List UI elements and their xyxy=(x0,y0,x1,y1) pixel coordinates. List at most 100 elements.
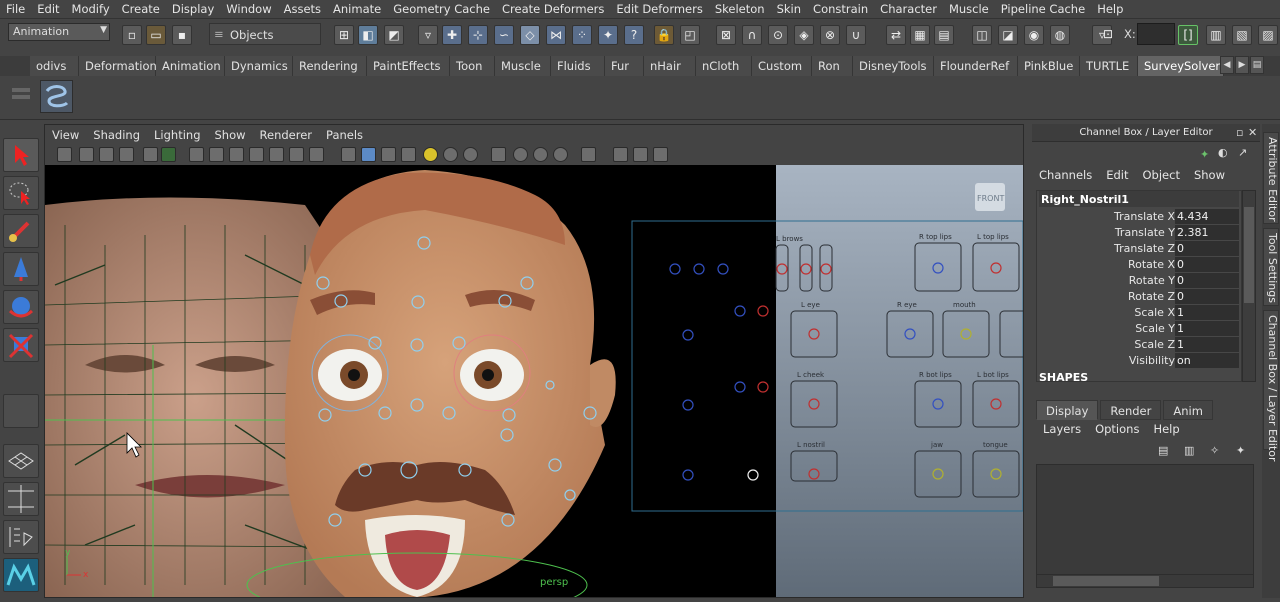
render-settings-icon[interactable]: ◉ xyxy=(1024,25,1044,45)
attribute-row[interactable]: Visibility on xyxy=(1037,353,1241,369)
safe-title-icon[interactable] xyxy=(289,147,304,162)
attribute-row[interactable]: Translate X 4.434 xyxy=(1037,209,1241,225)
open-scene-icon[interactable]: ▭ xyxy=(146,25,166,45)
menu-edit-deformers[interactable]: Edit Deformers xyxy=(610,2,708,16)
menu-file[interactable]: File xyxy=(0,2,31,16)
snap-grid-icon[interactable]: ⊠ xyxy=(716,25,736,45)
antialias-icon[interactable] xyxy=(533,147,548,162)
new-layer-selected-icon[interactable]: ▥ xyxy=(1184,444,1198,458)
paint-select-tool-button[interactable] xyxy=(3,214,39,248)
shelf-tab-animation[interactable]: Animation xyxy=(156,56,225,76)
text-overlay-icon[interactable] xyxy=(309,147,324,162)
bookmark-icon[interactable] xyxy=(79,147,94,162)
channel-list-scrollbar[interactable] xyxy=(1242,190,1256,382)
select-component-icon[interactable]: ◩ xyxy=(384,25,404,45)
shelf-tab-toon[interactable]: Toon xyxy=(450,56,495,76)
gate-mask-icon[interactable] xyxy=(229,147,244,162)
snap-live-icon[interactable]: ⊗ xyxy=(820,25,840,45)
shelf-tab-ncloth[interactable]: nCloth xyxy=(696,56,752,76)
image-plane-icon[interactable] xyxy=(99,147,114,162)
attribute-row[interactable]: Scale X1 xyxy=(1037,305,1241,321)
shelf-tab-odivs[interactable]: odivs xyxy=(30,56,79,76)
select-object-icon[interactable]: ◧ xyxy=(358,25,378,45)
shelf-drag-handle[interactable] xyxy=(12,88,30,106)
shelf-scroll-right-icon[interactable]: ▶ xyxy=(1235,56,1249,74)
menu-set-dropdown[interactable]: Animation ▼ xyxy=(8,23,110,41)
default-lighting-icon[interactable] xyxy=(423,147,438,162)
shelf-tab-painteffects[interactable]: PaintEffects xyxy=(367,56,450,76)
menu-assets[interactable]: Assets xyxy=(278,2,327,16)
camera-attributes-icon[interactable] xyxy=(57,147,72,162)
attribute-row[interactable]: Scale Z1 xyxy=(1037,337,1241,353)
ngon-icon[interactable] xyxy=(653,147,668,162)
show-tool-settings-icon[interactable]: ▧ xyxy=(1232,25,1252,45)
shelf-tab-surveysolver[interactable]: SurveySolver xyxy=(1138,56,1224,76)
attribute-row[interactable]: Translate Z0 xyxy=(1037,241,1241,257)
menu-help[interactable]: Help xyxy=(1091,2,1129,16)
shadows-icon[interactable] xyxy=(463,147,478,162)
mask-filter-icon[interactable]: ▿ xyxy=(418,25,438,45)
depth-of-field-icon[interactable] xyxy=(553,147,568,162)
menu-edit[interactable]: Edit xyxy=(31,2,65,16)
close-panel-icon[interactable]: ✕ xyxy=(1248,126,1262,140)
magnet-icon[interactable]: ∪ xyxy=(846,25,866,45)
safe-action-icon[interactable] xyxy=(269,147,284,162)
layer-menu-layers[interactable]: Layers xyxy=(1036,422,1088,440)
attribute-value[interactable]: 4.434 xyxy=(1175,209,1239,224)
save-scene-icon[interactable]: ▪ xyxy=(172,25,192,45)
shelf-tab-dynamics[interactable]: Dynamics xyxy=(225,56,293,76)
snap-point-icon[interactable]: ⊙ xyxy=(768,25,788,45)
survey-solver-shelf-button[interactable] xyxy=(40,80,73,113)
shelf-tab-muscle[interactable]: Muscle xyxy=(495,56,551,76)
side-tab-tool-settings[interactable]: Tool Settings xyxy=(1263,228,1279,306)
select-tool-button[interactable] xyxy=(3,138,39,172)
selection-mask-dropdown[interactable]: ≡ Objects xyxy=(209,23,321,45)
field-chart-icon[interactable] xyxy=(249,147,264,162)
viewport-menu-panels[interactable]: Panels xyxy=(319,128,370,142)
select-misc-icon[interactable]: ? xyxy=(624,25,644,45)
shelf-tab-ron[interactable]: Ron xyxy=(812,56,853,76)
motion-blur-icon[interactable] xyxy=(513,147,528,162)
select-joints-icon[interactable]: ⊹ xyxy=(468,25,488,45)
wireframe-icon[interactable] xyxy=(341,147,356,162)
layer-star-blue-icon[interactable]: ✦ xyxy=(1236,444,1250,458)
shelf-tab-rendering[interactable]: Rendering xyxy=(293,56,367,76)
rotate-tool-button[interactable] xyxy=(3,290,39,324)
shelf-tab-fluids[interactable]: Fluids xyxy=(551,56,605,76)
attribute-row[interactable]: Rotate X0 xyxy=(1037,257,1241,273)
layer-list[interactable] xyxy=(1036,464,1254,580)
occlusion-icon[interactable] xyxy=(491,147,506,162)
maya-logo-button[interactable] xyxy=(3,558,39,592)
menu-skin[interactable]: Skin xyxy=(771,2,807,16)
shelf-tab-nhair[interactable]: nHair xyxy=(644,56,696,76)
ipr-render-icon[interactable]: ◪ xyxy=(998,25,1018,45)
menu-create[interactable]: Create xyxy=(116,2,166,16)
attribute-value[interactable]: 0 xyxy=(1175,241,1239,256)
channel-box-menu-show[interactable]: Show xyxy=(1187,168,1232,186)
attribute-row[interactable]: Scale Y1 xyxy=(1037,321,1241,337)
shelf-tab-turtle[interactable]: TURTLE xyxy=(1080,56,1138,76)
lock-selection-icon[interactable]: 🔒 xyxy=(654,25,674,45)
viewport-menu-show[interactable]: Show xyxy=(208,128,253,142)
lasso-tool-button[interactable] xyxy=(3,176,39,210)
menu-character[interactable]: Character xyxy=(874,2,943,16)
viewport-menu-shading[interactable]: Shading xyxy=(86,128,147,142)
xray-icon[interactable] xyxy=(401,147,416,162)
layer-tab-anim[interactable]: Anim xyxy=(1163,400,1213,420)
shelf-tab-disneytools[interactable]: DisneyTools xyxy=(853,56,934,76)
grid-toggle-icon[interactable] xyxy=(161,147,176,162)
layer-star-icon[interactable]: ✧ xyxy=(1210,444,1224,458)
select-rendering-icon[interactable]: ✦ xyxy=(598,25,618,45)
layer-menu-options[interactable]: Options xyxy=(1088,422,1146,440)
layer-list-scrollbar[interactable] xyxy=(1036,574,1254,588)
highlight-selection-icon[interactable]: ◰ xyxy=(680,25,700,45)
new-empty-layer-icon[interactable]: ▤ xyxy=(1158,444,1172,458)
viewport-menu-lighting[interactable]: Lighting xyxy=(147,128,207,142)
snap-curve-icon[interactable]: ∩ xyxy=(742,25,762,45)
side-tab-attribute-editor[interactable]: Attribute Editor xyxy=(1263,132,1279,224)
perspective-viewport[interactable]: View Shading Lighting Show Renderer Pane… xyxy=(44,124,1024,598)
four-view-layout-button[interactable] xyxy=(3,482,39,516)
viewport-menu-renderer[interactable]: Renderer xyxy=(253,128,320,142)
shelf-tab-fur[interactable]: Fur xyxy=(605,56,644,76)
input-output-icon[interactable]: ⇄ xyxy=(886,25,906,45)
